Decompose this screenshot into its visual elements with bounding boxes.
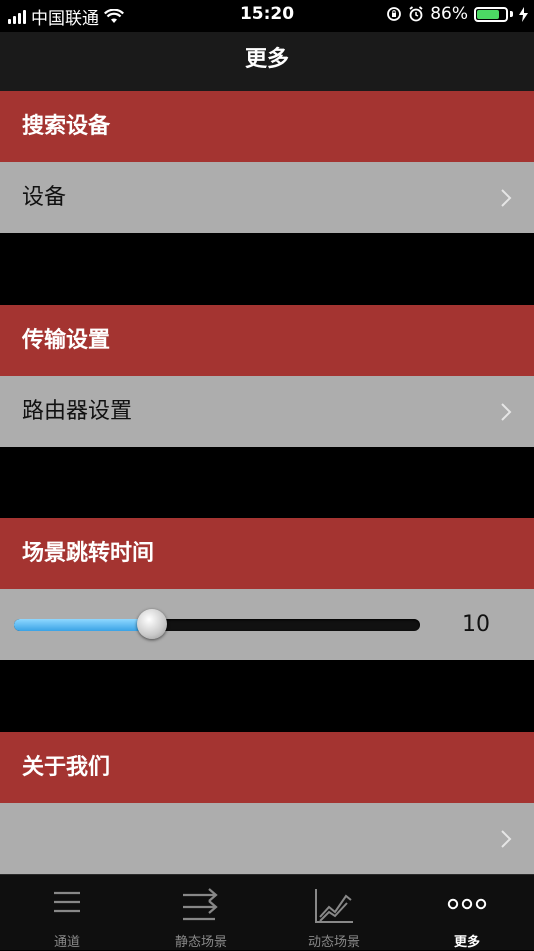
tab-more-label: 更多 bbox=[453, 935, 480, 950]
slider-fill bbox=[14, 619, 152, 631]
battery-icon bbox=[474, 6, 508, 22]
more-dots-icon bbox=[447, 898, 487, 910]
status-bar: 中国联通 15:20 86% bbox=[0, 0, 534, 32]
orientation-lock-icon bbox=[387, 7, 402, 21]
scene-time-slider[interactable] bbox=[14, 609, 420, 639]
section-header-about-us: 关于我们 bbox=[0, 732, 534, 803]
tab-static-scene-label: 静态场景 bbox=[174, 935, 227, 950]
tab-channel-label: 通道 bbox=[53, 935, 80, 950]
chevron-right-icon bbox=[501, 403, 512, 421]
tab-dynamic-scene-label: 动态场景 bbox=[307, 935, 360, 950]
nav-bar: 更多 bbox=[0, 32, 534, 91]
section-header-search-device: 搜索设备 bbox=[0, 91, 534, 162]
status-right: 86% bbox=[386, 4, 528, 24]
about-row[interactable] bbox=[0, 803, 534, 874]
tab-bar: 通道 静态场景 动态场景 更多 bbox=[0, 874, 534, 950]
router-settings-label: 路由器设置 bbox=[22, 399, 133, 424]
section-header-scene-jump-time: 场景跳转时间 bbox=[0, 518, 534, 589]
section-header-transfer-settings: 传输设置 bbox=[0, 305, 534, 376]
router-settings-row[interactable]: 路由器设置 bbox=[0, 376, 534, 447]
slider-thumb[interactable] bbox=[137, 609, 167, 639]
tab-more[interactable]: 更多 bbox=[400, 875, 534, 951]
slider-value: 10 bbox=[462, 612, 490, 637]
battery-cap bbox=[510, 11, 513, 17]
charging-bolt-icon bbox=[519, 6, 528, 22]
transfer-arrows-icon bbox=[183, 888, 218, 921]
device-row[interactable]: 设备 bbox=[0, 162, 534, 233]
menu-icon bbox=[54, 891, 80, 913]
battery-percent: 86% bbox=[430, 4, 468, 24]
tab-static-scene[interactable]: 静态场景 bbox=[134, 875, 268, 951]
tab-channel[interactable]: 通道 bbox=[0, 875, 134, 951]
scene-time-slider-row: 10 bbox=[0, 589, 534, 660]
chevron-right-icon bbox=[501, 830, 512, 848]
device-row-label: 设备 bbox=[22, 185, 67, 210]
page-title: 更多 bbox=[244, 47, 289, 72]
line-chart-icon bbox=[315, 889, 353, 923]
tab-dynamic-scene[interactable]: 动态场景 bbox=[267, 875, 401, 951]
chevron-right-icon bbox=[501, 189, 512, 207]
alarm-icon bbox=[409, 6, 423, 22]
